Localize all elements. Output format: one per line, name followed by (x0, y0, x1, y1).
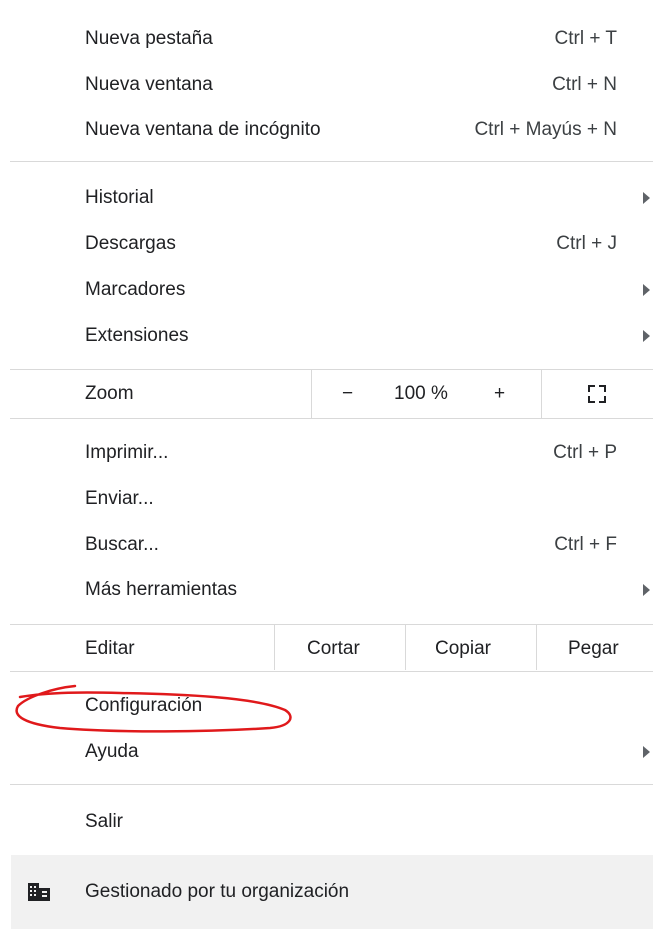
submenu-arrow-icon (643, 746, 650, 758)
menu-item-label: Extensiones (85, 325, 189, 346)
menu-item-new-tab[interactable]: Nueva pestaña Ctrl + T (0, 16, 653, 62)
zoom-label: Zoom (85, 383, 134, 404)
zoom-out-label: − (342, 383, 354, 404)
managed-by-organization[interactable]: Gestionado por tu organización (11, 855, 653, 929)
cut-button[interactable]: Cortar (275, 626, 405, 672)
menu-item-shortcut: Ctrl + F (554, 534, 617, 555)
copy-button[interactable]: Copiar (406, 626, 536, 672)
menu-item-downloads[interactable]: Descargas Ctrl + J (0, 221, 653, 267)
menu-separator (10, 418, 653, 419)
menu-separator (10, 784, 653, 785)
browser-main-menu: Nueva pestaña Ctrl + T Nueva ventana Ctr… (0, 0, 653, 929)
submenu-arrow-icon (643, 192, 650, 204)
fullscreen-button[interactable] (542, 371, 653, 417)
menu-item-print[interactable]: Imprimir... Ctrl + P (0, 430, 653, 476)
menu-item-label: Marcadores (85, 279, 186, 300)
menu-item-find[interactable]: Buscar... Ctrl + F (0, 522, 653, 568)
edit-label: Editar (85, 638, 135, 659)
paste-button[interactable]: Pegar (537, 626, 653, 672)
menu-item-label: Nueva ventana (85, 74, 213, 95)
submenu-arrow-icon (643, 584, 650, 596)
menu-item-shortcut: Ctrl + N (552, 74, 617, 95)
copy-label: Copiar (435, 638, 491, 659)
zoom-value: 100 % (394, 383, 448, 404)
building-icon (28, 883, 50, 901)
fullscreen-icon (588, 385, 606, 403)
paste-label: Pegar (568, 638, 619, 659)
menu-item-new-window[interactable]: Nueva ventana Ctrl + N (0, 62, 653, 108)
menu-item-label: Configuración (85, 695, 203, 716)
menu-item-help[interactable]: Ayuda (0, 729, 653, 775)
zoom-level: 100 % (390, 371, 460, 417)
menu-item-shortcut: Ctrl + P (553, 442, 617, 463)
menu-item-more-tools[interactable]: Más herramientas (0, 567, 653, 613)
menu-item-label: Enviar... (85, 488, 154, 509)
menu-item-label: Nueva ventana de incógnito (85, 119, 321, 140)
menu-item-label: Más herramientas (85, 579, 238, 600)
menu-separator (10, 624, 653, 625)
submenu-arrow-icon (643, 284, 650, 296)
menu-item-history[interactable]: Historial (0, 175, 653, 221)
menu-item-settings[interactable]: Configuración (0, 683, 653, 729)
menu-separator (10, 161, 653, 162)
menu-item-label: Ayuda (85, 741, 139, 762)
managed-label: Gestionado por tu organización (85, 881, 350, 902)
menu-item-label: Historial (85, 187, 154, 208)
menu-item-shortcut: Ctrl + Mayús + N (474, 119, 617, 140)
menu-item-shortcut: Ctrl + T (554, 28, 617, 49)
menu-item-label: Descargas (85, 233, 176, 254)
menu-item-label: Salir (85, 811, 124, 832)
menu-item-bookmarks[interactable]: Marcadores (0, 267, 653, 313)
menu-item-cast[interactable]: Enviar... (0, 476, 653, 522)
menu-separator (10, 671, 653, 672)
menu-item-extensions[interactable]: Extensiones (0, 313, 653, 359)
menu-item-label: Nueva pestaña (85, 28, 213, 49)
submenu-arrow-icon (643, 330, 650, 342)
zoom-in-label: + (494, 383, 506, 404)
menu-item-label: Imprimir... (85, 442, 169, 463)
menu-item-label: Buscar... (85, 534, 159, 555)
zoom-in-button[interactable]: + (460, 371, 541, 417)
menu-item-exit[interactable]: Salir (0, 799, 653, 845)
cut-label: Cortar (307, 638, 360, 659)
menu-item-shortcut: Ctrl + J (556, 233, 617, 254)
menu-item-new-incognito-window[interactable]: Nueva ventana de incógnito Ctrl + Mayús … (0, 107, 653, 153)
zoom-out-button[interactable]: − (312, 371, 390, 417)
menu-separator (10, 369, 653, 370)
